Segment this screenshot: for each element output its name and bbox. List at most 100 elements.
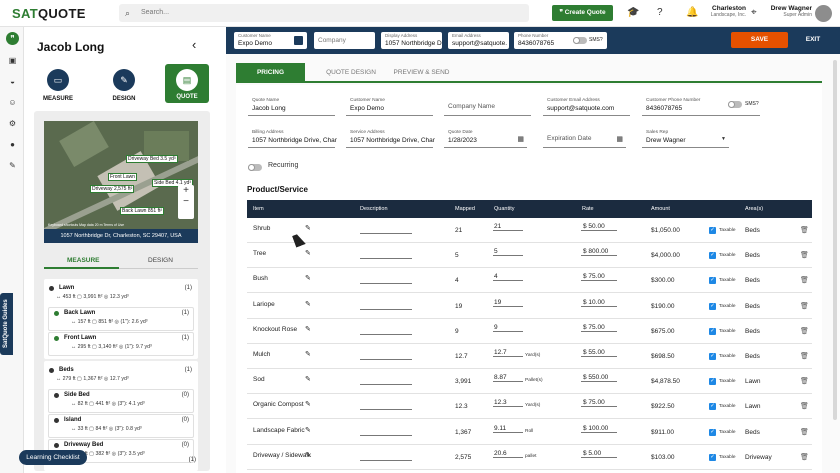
exit-button[interactable]: EXIT [798,32,828,48]
area-row[interactable]: Beds (1) ↔ 279 ft ▢ 1,367 ft² ◎ 12.7 yd³ [44,363,198,387]
quote-date-field[interactable]: Quote Date 1/28/2023 ▦ [444,130,527,148]
satquote-guides-tab[interactable]: SatQuote Guides [0,293,13,355]
trash-icon[interactable]: 🗑 [800,251,809,259]
expiration-date-field[interactable]: Expiration Date ▦ [543,130,626,148]
mode-quote[interactable]: ▤ QUOTE [165,64,209,103]
description-input[interactable] [360,276,412,285]
tab-quote-design[interactable]: QUOTE DESIGN [316,63,386,83]
taxable-checkbox[interactable]: ✓ [709,277,716,285]
recurring-toggle[interactable] [248,164,262,171]
area-row[interactable]: Lawn (1) ↔ 453 ft ▢ 3,991 ft² ◎ 12.3 yd³ [44,281,198,305]
description-input[interactable] [360,453,412,461]
service-address-field[interactable]: Service Address 1057 Northbridge Drive, C… [346,130,435,148]
description-input[interactable] [360,402,412,411]
mode-measure[interactable]: ▭ MEASURE [36,67,80,102]
trash-icon[interactable]: 🗑 [800,428,809,436]
create-quote-button[interactable]: ❞ Create Quote [552,5,613,21]
graduation-cap-icon[interactable]: 🎓 [627,7,639,18]
display-address-field[interactable]: Display Address 1057 Northbridge D [381,32,442,49]
scrollbar[interactable] [833,60,837,420]
trash-icon[interactable]: 🗑 [800,402,809,410]
area-row[interactable]: Island (0) ↔ 33 ft ▢ 84 ft² ◎ (3"): 0.8 … [48,414,194,438]
sms-toggle[interactable] [728,101,742,108]
email-field[interactable]: Email Address support@satquote. [448,32,509,49]
pencil-icon[interactable]: ✎ [305,426,311,434]
customer-name-field[interactable]: Customer Name Expo Demo [234,32,307,49]
tab-measure[interactable]: MEASURE [67,257,100,264]
trash-icon[interactable]: 🗑 [800,302,809,310]
tab-pricing[interactable]: PRICING [236,63,305,83]
help-icon[interactable]: ? [657,7,663,18]
trash-icon[interactable]: 🗑 [800,276,809,284]
wrench-icon[interactable]: ✎ [6,159,19,172]
taxable-checkbox[interactable]: ✓ [709,378,716,386]
area-row[interactable]: Front Lawn (1) ↔ 295 ft ▢ 3,140 ft² ◎ (1… [48,332,194,356]
description-input[interactable] [360,226,412,234]
customer-name-field[interactable]: Customer Name Expo Demo [346,98,433,116]
taxable-checkbox[interactable]: ✓ [709,252,716,260]
users-icon[interactable]: ☺ [6,96,19,109]
satquote-logo[interactable]: SATQUOTE [12,6,86,21]
map-pin-icon[interactable]: ⌖ [751,7,757,18]
description-input[interactable] [360,377,412,386]
customer-phone-field[interactable]: Customer Phone Number 8436078765 SMS? [642,98,760,116]
trash-icon[interactable]: 🗑 [800,377,809,385]
tab-preview-send[interactable]: PREVIEW & SEND [384,63,459,83]
sales-rep-select[interactable]: Sales Rep Drew Wagner ▼ [642,130,729,148]
zoom-control[interactable]: + − [178,185,194,219]
description-input[interactable] [360,302,412,310]
calendar-icon[interactable]: ▦ [517,135,524,143]
learning-checklist-button[interactable]: Learning Checklist [19,450,87,465]
gear-icon[interactable]: ⚙ [6,117,19,130]
taxable-checkbox[interactable]: ✓ [709,428,716,436]
pencil-icon[interactable]: ✎ [305,350,311,358]
company-name-field[interactable]: Company Name [444,98,531,116]
description-input[interactable] [360,352,412,360]
company-field[interactable]: Company [314,32,375,49]
phone-field[interactable]: Phone Number 8436078765 SMS? [514,32,607,49]
description-input[interactable] [360,327,412,335]
contact-card-icon[interactable] [294,36,303,45]
pencil-icon[interactable]: ✎ [305,274,311,282]
save-button[interactable]: SAVE [731,32,788,48]
pencil-icon[interactable]: ✎ [305,325,311,333]
satellite-map[interactable]: Driveway Bed 3.5 yd³ Front Lawn Side Bed… [44,121,198,229]
area-row[interactable]: Side Bed (0) ↔ 82 ft ▢ 441 ft² ◎ (3"): 4… [48,389,194,413]
taxable-checkbox[interactable]: ✓ [709,302,716,310]
person-icon[interactable]: ● [6,138,19,151]
basket-icon[interactable]: ◒ [6,75,19,88]
customer-email-field[interactable]: Customer Email Address support@satquote.c… [543,98,630,116]
taxable-checkbox[interactable]: ✓ [709,327,716,335]
chevron-left-icon[interactable]: ‹ [192,37,196,52]
taxable-checkbox[interactable]: ✓ [709,453,716,461]
trash-icon[interactable]: 🗑 [800,327,809,335]
pencil-icon[interactable]: ✎ [305,224,311,232]
pencil-icon[interactable]: ✎ [305,400,311,408]
search-input[interactable]: ⌕ Search... [119,4,529,22]
pencil-icon[interactable]: ✎ [305,300,311,308]
taxable-checkbox[interactable]: ✓ [709,353,716,360]
trash-icon[interactable]: 🗑 [800,453,809,461]
pencil-icon[interactable]: ✎ [305,375,311,383]
quote-mark-icon[interactable]: ❞ [6,32,19,45]
taxable-checkbox[interactable]: ✓ [709,403,716,411]
trash-icon[interactable]: 🗑 [800,352,809,360]
quote-name-field[interactable]: Quote Name Jacob Long [248,98,335,116]
sms-toggle[interactable] [573,37,587,44]
billing-address-field[interactable]: Billing Address 1057 Northbridge Drive, C… [248,130,337,148]
tab-design[interactable]: DESIGN [148,257,173,264]
trash-icon[interactable]: 🗑 [800,226,809,234]
user-menu[interactable]: Drew Wagner Super Admin [770,5,812,18]
location-switcher[interactable]: Charleston Landscape, Inc. [704,5,746,18]
mode-design[interactable]: ✎ DESIGN [102,67,146,102]
taxable-checkbox[interactable]: ✓ [709,227,716,234]
bell-icon[interactable]: 🔔 [686,7,698,18]
description-input[interactable] [360,251,412,260]
description-input[interactable] [360,428,412,436]
calendar-icon[interactable]: ▦ [616,135,623,143]
pencil-icon[interactable]: ✎ [305,249,311,257]
pencil-icon[interactable]: ✎ [305,451,311,459]
document-icon[interactable]: ▣ [6,54,19,67]
avatar[interactable] [815,5,832,22]
area-row[interactable]: Back Lawn (1) ↔ 157 ft ▢ 851 ft² ◎ (1"):… [48,307,194,331]
